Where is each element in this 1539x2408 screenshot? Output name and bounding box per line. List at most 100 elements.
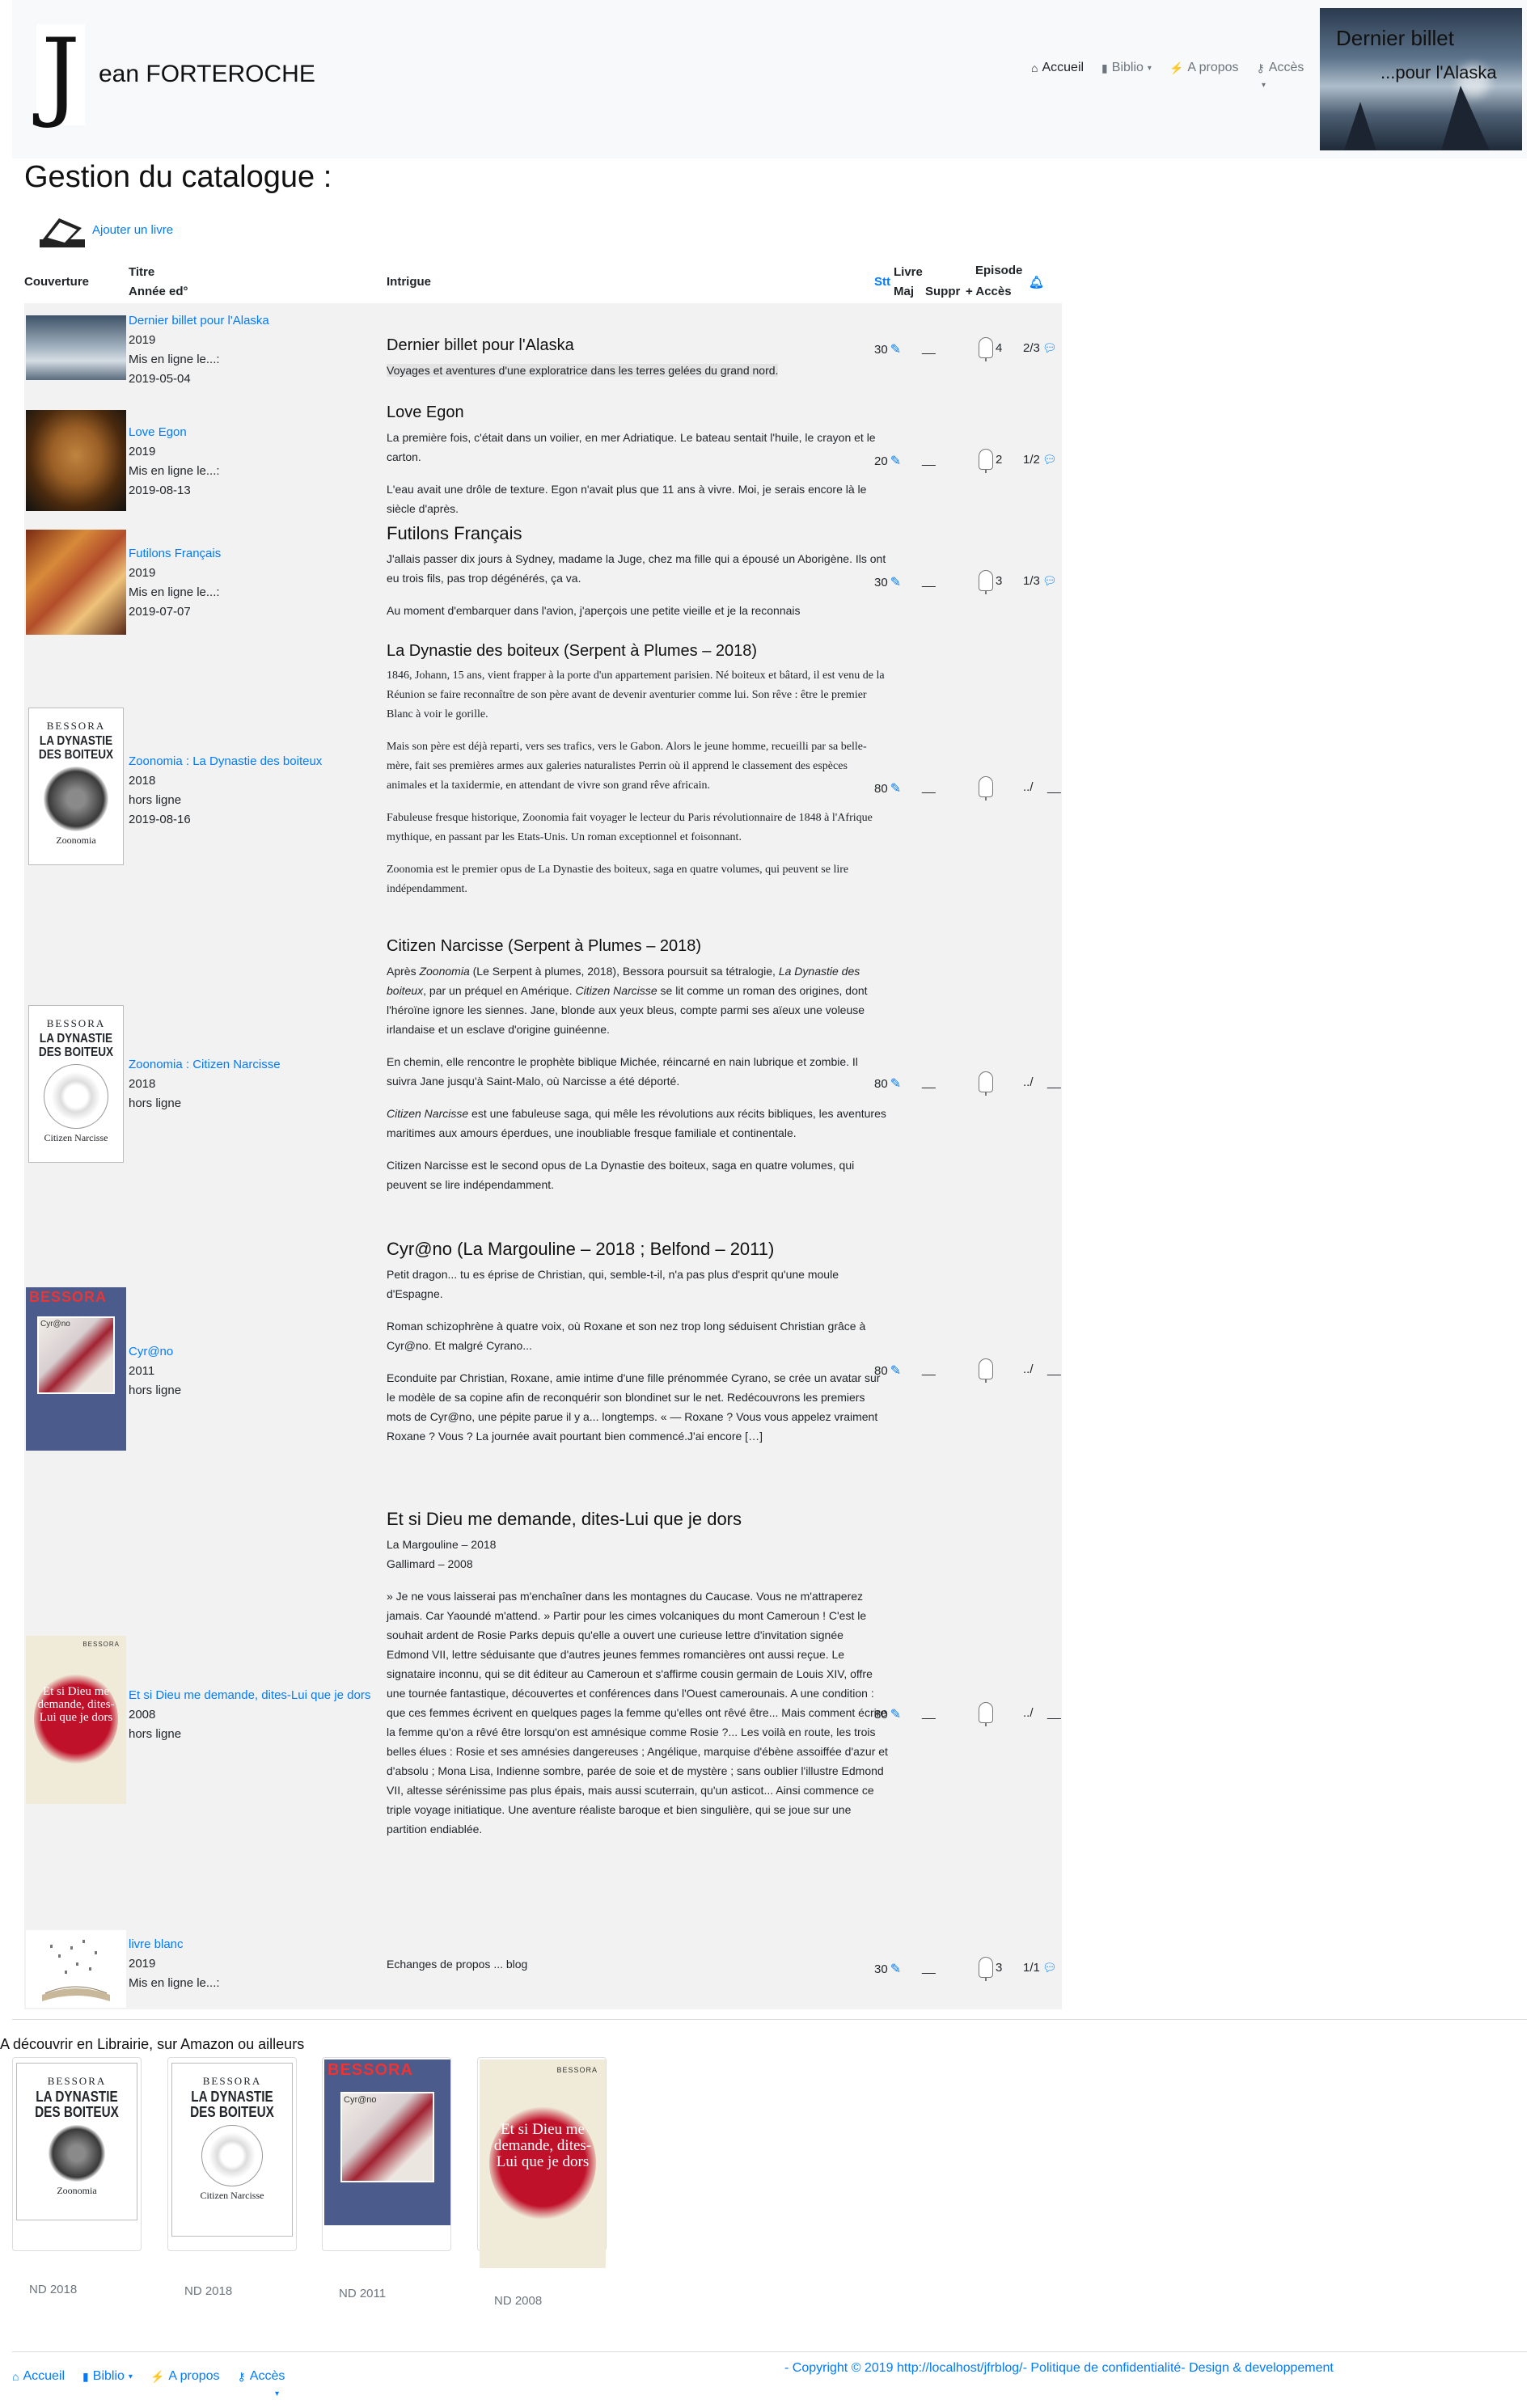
- banner-rock: [1344, 102, 1376, 150]
- access-cell[interactable]: __: [1047, 780, 1061, 794]
- card-caption: ND 2011: [339, 2287, 387, 2300]
- edit-icon[interactable]: ✎: [890, 780, 901, 796]
- comments-cell[interactable]: 2/3 💬︎: [1023, 341, 1057, 355]
- status-value: 80: [874, 1363, 888, 1378]
- episode-count: 3: [996, 573, 1003, 588]
- edit-icon[interactable]: ✎: [890, 453, 901, 469]
- comments-cell[interactable]: 1/2 💬︎: [1023, 453, 1057, 467]
- access-cell[interactable]: __: [1047, 1075, 1061, 1089]
- book-card[interactable]: BESSORA LA DYNASTIE DES BOITEUX Zoonomia…: [12, 2057, 142, 2296]
- book-date: 2019-08-13: [129, 484, 191, 497]
- episode-cell[interactable]: [979, 776, 993, 801]
- episode-cell[interactable]: [979, 1358, 993, 1383]
- plot-text: La première fois, c'était dans un voilie…: [387, 431, 876, 463]
- cover-art: [201, 2125, 263, 2186]
- cover-author: BESSORA: [47, 2075, 107, 2087]
- delete-cell[interactable]: __: [922, 1075, 936, 1089]
- book-year: 2019: [129, 1957, 156, 1971]
- comments-count: ../: [1023, 780, 1034, 794]
- edit-icon[interactable]: ✎: [890, 1706, 901, 1722]
- footer-nav-biblio[interactable]: ▮ Biblio ▾: [82, 2369, 133, 2384]
- episode-cell[interactable]: 2: [979, 449, 1002, 473]
- book-title-link[interactable]: Dernier billet pour l'Alaska: [129, 314, 269, 327]
- book-title-link[interactable]: Futilons Français: [129, 547, 221, 560]
- plot-title: Love Egon: [387, 403, 464, 421]
- edit-icon[interactable]: ✎: [890, 574, 901, 590]
- nav-access[interactable]: ⚷ Accès: [1257, 61, 1304, 75]
- add-book-icon[interactable]: [36, 212, 88, 252]
- delete-cell[interactable]: __: [922, 341, 936, 355]
- footer-nav-access[interactable]: ⚷ Accès: [238, 2369, 285, 2384]
- book-title-link[interactable]: Love Egon: [129, 425, 187, 439]
- status-cell: 80 ✎: [874, 1362, 901, 1379]
- plot-title: Cyr@no (La Margouline – 2018 ; Belfond –…: [387, 1239, 775, 1259]
- delete-cell[interactable]: __: [922, 574, 936, 588]
- book-status: Mis en ligne le...:: [129, 353, 220, 366]
- book-title-link[interactable]: Cyr@no: [129, 1345, 173, 1358]
- status-cell: 80 ✎: [874, 1075, 901, 1092]
- logo[interactable]: J: [36, 24, 85, 125]
- book-title-link[interactable]: Zoonomia : Citizen Narcisse: [129, 1058, 281, 1071]
- access-cell[interactable]: __: [1047, 1706, 1061, 1720]
- nav-biblio[interactable]: ▮ Biblio ▾: [1101, 61, 1152, 75]
- table-row: BESSORA LA DYNASTIE DES BOITEUX Citizen …: [24, 934, 1062, 1237]
- nav-home[interactable]: ⌂ Accueil: [1031, 61, 1084, 75]
- comments-count: 2/3: [1023, 341, 1040, 355]
- banner-rock: [1441, 86, 1490, 150]
- nav-about[interactable]: ⚡ A propos: [1169, 61, 1239, 75]
- cover-image: [26, 530, 126, 635]
- header-status[interactable]: Stt: [874, 275, 890, 289]
- logo-letter: J: [41, 19, 81, 131]
- episode-cell[interactable]: 4: [979, 337, 1002, 361]
- status-cell: 30 ✎: [874, 1961, 901, 1977]
- comments-cell[interactable]: 1/1 💬︎: [1023, 1961, 1057, 1975]
- comments-cell[interactable]: 1/3 💬︎: [1023, 574, 1057, 588]
- edit-icon[interactable]: ✎: [890, 1362, 901, 1379]
- footer-nav-about[interactable]: ⚡ A propos: [150, 2369, 220, 2384]
- cover-title: Et si Dieu me demande, dites-Lui que je …: [493, 2121, 592, 2171]
- comments-cell[interactable]: ../: [1023, 1075, 1034, 1089]
- comments-cell[interactable]: ../: [1023, 780, 1034, 794]
- book-plot: Dernier billet pour l'Alaska Voyages et …: [387, 333, 888, 393]
- latest-post-banner[interactable]: Dernier billet ...pour l'Alaska: [1320, 8, 1522, 150]
- book-info: Cyr@no 2011 hors ligne: [129, 1342, 181, 1400]
- delete-cell[interactable]: __: [922, 1706, 936, 1720]
- book-title-link[interactable]: Et si Dieu me demande, dites-Lui que je …: [129, 1688, 370, 1702]
- book-info: Love Egon 2019 Mis en ligne le...: 2019-…: [129, 423, 220, 501]
- footer-nav-home[interactable]: ⌂ Accueil: [12, 2369, 65, 2384]
- comments-cell[interactable]: ../: [1023, 1362, 1034, 1376]
- delete-cell[interactable]: __: [922, 1362, 936, 1376]
- book-card[interactable]: BESSORA LA DYNASTIE DES BOITEUX Citizen …: [167, 2057, 297, 2298]
- cover-title: Cyr@no: [40, 1320, 70, 1329]
- copyright[interactable]: - Copyright © 2019 http://localhost/jfrb…: [784, 2361, 1334, 2376]
- cover-photo: [340, 2092, 434, 2182]
- nav-access-label: Accès: [1268, 61, 1304, 74]
- cover-title: LA DYNASTIE DES BOITEUX: [38, 1032, 114, 1059]
- delete-cell[interactable]: __: [922, 1961, 936, 1975]
- plot-text: Zoonomia est le premier opus de La Dynas…: [387, 864, 849, 895]
- book-card[interactable]: BESSORA Cyr@no ND 2011: [322, 2057, 451, 2300]
- showcase-title: A découvrir en Librairie, sur Amazon ou …: [0, 2036, 305, 2052]
- site-brand[interactable]: ean FORTEROCHE: [99, 61, 315, 88]
- plot-title: La Dynastie des boiteux (Serpent à Plume…: [387, 642, 758, 660]
- delete-cell[interactable]: __: [922, 780, 936, 794]
- comments-cell[interactable]: ../: [1023, 1706, 1034, 1720]
- edit-icon[interactable]: ✎: [890, 341, 901, 357]
- status-value: 30: [874, 1962, 888, 1976]
- access-cell[interactable]: __: [1047, 1362, 1061, 1376]
- edit-icon[interactable]: ✎: [890, 1075, 901, 1092]
- book-title-link[interactable]: livre blanc: [129, 1937, 184, 1951]
- book-plot: La Dynastie des boiteux (Serpent à Plume…: [387, 639, 888, 912]
- episode-cell[interactable]: [979, 1702, 993, 1726]
- bell-icon[interactable]: 🔔︎: [1029, 275, 1044, 289]
- edit-icon[interactable]: ✎: [890, 1961, 901, 1977]
- book-title-link[interactable]: Zoonomia : La Dynastie des boiteux: [129, 754, 322, 768]
- comments-count: ../: [1023, 1362, 1034, 1376]
- status-value: 30: [874, 342, 888, 357]
- episode-cell[interactable]: [979, 1071, 993, 1096]
- book-card[interactable]: BESSORA Et si Dieu me demande, dites-Lui…: [477, 2057, 607, 2308]
- delete-cell[interactable]: __: [922, 453, 936, 467]
- episode-cell[interactable]: 3: [979, 570, 1003, 594]
- episode-cell[interactable]: 3: [979, 1957, 1002, 1981]
- add-book-link[interactable]: Ajouter un livre: [92, 223, 173, 237]
